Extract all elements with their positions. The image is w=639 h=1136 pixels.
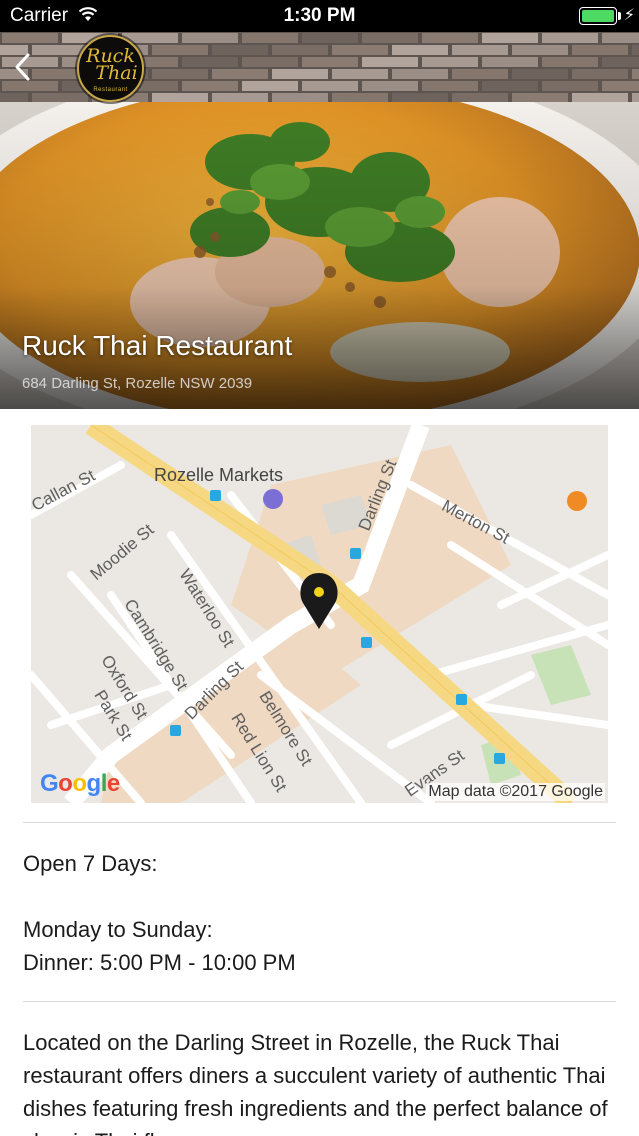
logo-line2: Thai (95, 62, 138, 84)
hours-line: Open 7 Days: (23, 851, 158, 876)
restaurant-description: Located on the Darling Street in Rozelle… (23, 1030, 608, 1136)
map-canvas (31, 425, 608, 803)
logo-line3: Restaurant (93, 87, 128, 93)
google-logo: Google (40, 770, 120, 797)
map-attribution: Map data ©2017 Google (426, 783, 605, 801)
status-bar: Carrier 1:30 PM ⚡ (0, 0, 639, 32)
poi-label: Rozelle Markets (154, 465, 284, 485)
clock: 1:30 PM (283, 5, 356, 26)
restaurant-address: 684 Darling St, Rozelle NSW 2039 (22, 375, 253, 392)
back-button[interactable] (8, 47, 38, 87)
food-photo (0, 102, 639, 409)
hours-line: Monday to Sunday: (23, 917, 213, 942)
hours-line: Dinner: 5:00 PM - 10:00 PM (23, 950, 296, 975)
location-map[interactable]: Rozelle Markets Callan St Darling St Mer… (31, 425, 608, 803)
battery-icon (579, 7, 617, 25)
restaurant-name: Ruck Thai Restaurant (22, 330, 293, 361)
hero-image: Ruck Thai Restaurant 684 Darling St, Roz… (0, 102, 639, 409)
charging-bolt-icon: ⚡ (623, 7, 635, 24)
chevron-left-icon (15, 53, 30, 81)
opening-hours: Open 7 Days: Monday to Sunday: Dinner: 5… (23, 847, 616, 979)
restaurant-logo: Ruck Thai Restaurant (77, 35, 144, 102)
divider (23, 1001, 616, 1002)
divider (23, 822, 616, 823)
